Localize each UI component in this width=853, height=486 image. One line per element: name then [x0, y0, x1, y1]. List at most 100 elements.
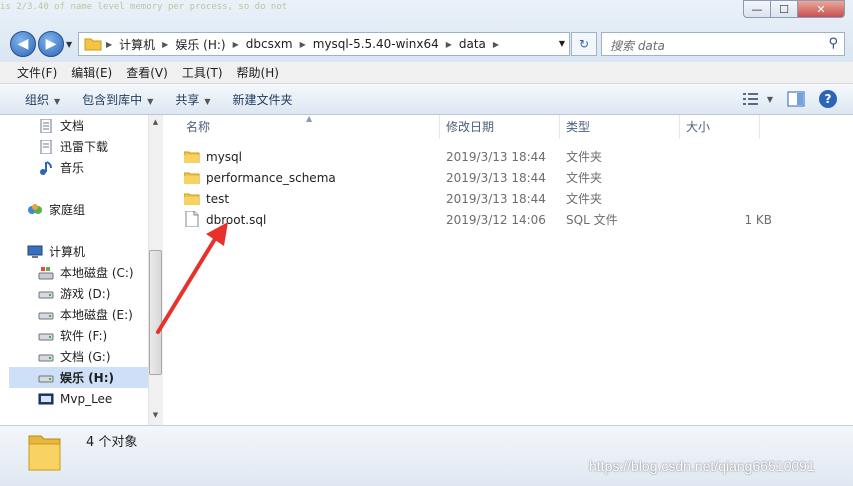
file-type: 文件夹 [566, 192, 603, 206]
preview-pane-icon[interactable] [787, 91, 805, 107]
large-folder-icon [28, 435, 61, 471]
breadcrumb-computer[interactable]: 计算机 [113, 36, 161, 53]
file-name: test [206, 191, 230, 206]
nav-item-documents[interactable]: 文档 [0, 115, 149, 136]
share-button[interactable]: 共享 ▼ [164, 91, 221, 108]
file-row[interactable]: dbroot.sql 2019/3/12 14:06 SQL 文件 1 KB [182, 209, 782, 230]
breadcrumb-separator[interactable]: ▶ [299, 40, 307, 49]
breadcrumb-separator[interactable]: ▶ [445, 40, 453, 49]
organize-button[interactable]: 组织 ▼ [14, 91, 71, 108]
drive-icon [38, 333, 54, 340]
arrow-left-icon: ◀ [17, 36, 29, 52]
file-type: SQL 文件 [566, 213, 618, 227]
chevron-down-icon: ▼ [204, 96, 211, 106]
breadcrumb-dbcsxm[interactable]: dbcsxm [240, 37, 299, 51]
scroll-up-icon[interactable]: ▲ [148, 118, 163, 126]
column-header-type[interactable]: 类型 [560, 115, 680, 139]
file-date: 2019/3/13 18:44 [446, 191, 546, 206]
help-button[interactable]: ? [819, 90, 837, 108]
system-drive-icon [38, 266, 54, 279]
menu-view[interactable]: 查看(V) [119, 64, 175, 81]
include-in-library-button[interactable]: 包含到库中 ▼ [71, 91, 164, 108]
nav-item-drive-h[interactable]: 娱乐 (H:) [9, 367, 148, 388]
menu-tools[interactable]: 工具(T) [175, 64, 230, 81]
breadcrumb-separator[interactable]: ▶ [105, 40, 113, 49]
drive-icon [38, 354, 54, 361]
chevron-down-icon: ▼ [66, 40, 73, 49]
close-button[interactable]: ✕ [797, 0, 845, 18]
background-code-text: is 2/3.40 of name level memory per proce… [0, 2, 288, 12]
nav-item-homegroup[interactable]: 家庭组 [0, 199, 149, 220]
drive-icon [38, 375, 54, 382]
file-row[interactable]: test 2019/3/13 18:44 文件夹 [182, 188, 782, 209]
menu-file[interactable]: 文件(F) [10, 64, 64, 81]
computer-icon [27, 245, 43, 258]
nav-item-drive-c[interactable]: 本地磁盘 (C:) [0, 262, 149, 283]
nav-item-music[interactable]: 音乐 [0, 157, 149, 178]
search-icon[interactable]: ⚲ [828, 36, 838, 51]
folder-icon [184, 193, 200, 205]
file-row[interactable]: performance_schema 2019/3/13 18:44 文件夹 [182, 167, 782, 188]
file-row[interactable]: mysql 2019/3/13 18:44 文件夹 [182, 146, 782, 167]
view-controls: ▼ ? [742, 90, 837, 108]
minimize-button[interactable]: — [743, 0, 771, 18]
file-size: 1 KB [744, 212, 772, 227]
menu-edit[interactable]: 编辑(E) [64, 64, 119, 81]
forward-button[interactable]: ▶ [38, 31, 64, 57]
file-list: 名称 ▲ 修改日期 类型 大小 mysql 2019/3/13 18:44 文件… [164, 114, 853, 425]
view-options-button[interactable]: ▼ [742, 92, 773, 106]
back-button[interactable]: ◀ [10, 31, 36, 57]
command-bar: 组织 ▼ 包含到库中 ▼ 共享 ▼ 新建文件夹 ▼ ? [0, 84, 853, 115]
address-bar[interactable]: ▶ 计算机 ▶ 娱乐 (H:) ▶ dbcsxm ▶ mysql-5.5.40-… [78, 32, 570, 56]
music-icon [40, 160, 52, 175]
navigation-pane: 文档 迅雷下载 音乐 家庭组 计算机 本地磁盘 (C:) 游戏 (D:) 本地磁… [0, 115, 163, 425]
recent-pages-dropdown[interactable]: ▼ [66, 40, 72, 49]
document-icon [40, 139, 52, 154]
nav-item-drive-d[interactable]: 游戏 (D:) [0, 283, 149, 304]
menu-help[interactable]: 帮助(H) [230, 64, 286, 81]
scroll-down-icon[interactable]: ▼ [148, 411, 163, 419]
refresh-button[interactable]: ↻ [571, 32, 597, 56]
folder-icon [184, 151, 200, 163]
arrow-right-icon: ▶ [45, 36, 57, 52]
chevron-down-icon: ▼ [147, 96, 154, 106]
new-folder-button[interactable]: 新建文件夹 [222, 91, 304, 108]
breadcrumb-separator[interactable]: ▶ [232, 40, 240, 49]
nav-item-mvp-lee[interactable]: Mvp_Lee [0, 388, 149, 409]
breadcrumb-mysql[interactable]: mysql-5.5.40-winx64 [307, 37, 445, 51]
breadcrumb-separator[interactable]: ▶ [161, 40, 169, 49]
help-icon: ? [824, 92, 832, 106]
annotation-arrow-icon [156, 222, 228, 334]
column-header-date[interactable]: 修改日期 [440, 115, 560, 139]
nav-item-computer[interactable]: 计算机 [0, 241, 149, 262]
homegroup-icon [28, 203, 42, 214]
nav-item-drive-f[interactable]: 软件 (F:) [0, 325, 149, 346]
breadcrumb-separator[interactable]: ▶ [492, 40, 500, 49]
folder-icon [184, 172, 200, 184]
column-header-name[interactable]: 名称 ▲ [180, 114, 440, 139]
column-header-size[interactable]: 大小 [680, 115, 760, 139]
drive-icon [38, 291, 54, 298]
breadcrumb-drive[interactable]: 娱乐 (H:) [169, 36, 231, 53]
file-date: 2019/3/12 14:06 [446, 212, 546, 227]
maximize-button[interactable]: ☐ [770, 0, 798, 18]
search-input[interactable]: 搜索 data ⚲ [601, 32, 845, 56]
details-view-icon [742, 93, 758, 105]
nav-item-thunder-downloads[interactable]: 迅雷下载 [0, 136, 149, 157]
file-type: 文件夹 [566, 150, 603, 164]
file-name: mysql [206, 149, 242, 164]
nav-item-drive-g[interactable]: 文档 (G:) [0, 346, 149, 367]
menu-bar: 文件(F) 编辑(E) 查看(V) 工具(T) 帮助(H) [0, 62, 853, 84]
network-drive-icon [38, 393, 54, 404]
address-dropdown-icon[interactable]: ▼ [559, 39, 565, 48]
file-type: 文件夹 [566, 171, 603, 185]
item-count: 4 个对象 [86, 435, 138, 450]
breadcrumb-data[interactable]: data [453, 37, 492, 51]
drive-icon [38, 312, 54, 319]
sort-ascending-icon: ▲ [306, 114, 313, 123]
document-icon [40, 118, 52, 133]
nav-item-drive-e[interactable]: 本地磁盘 (E:) [0, 304, 149, 325]
file-date: 2019/3/13 18:44 [446, 170, 546, 185]
file-name: performance_schema [206, 170, 336, 185]
chevron-down-icon: ▼ [54, 96, 61, 106]
